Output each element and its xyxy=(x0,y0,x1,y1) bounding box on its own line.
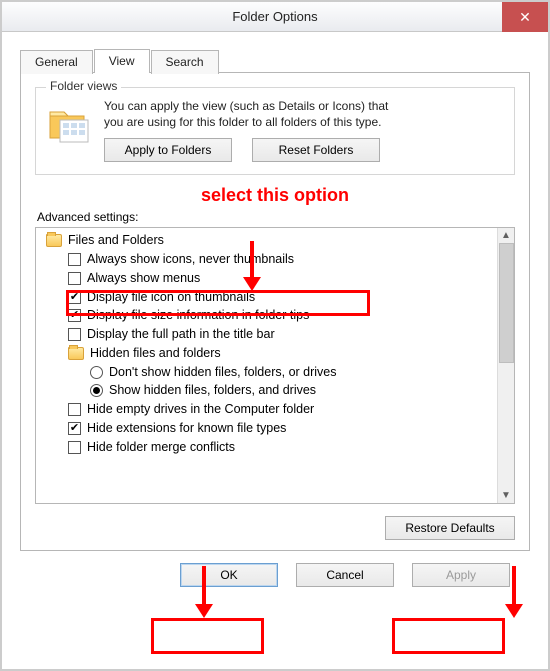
advanced-settings-label: Advanced settings: xyxy=(37,210,515,224)
tree-item-display-file-icon[interactable]: ✔ Display file icon on thumbnails xyxy=(38,288,495,307)
close-icon: ✕ xyxy=(519,9,531,26)
tree-group-hidden-files: Hidden files and folders xyxy=(38,344,495,363)
tree-item-hide-empty-drives[interactable]: Hide empty drives in the Computer folder xyxy=(38,400,495,419)
tree-view[interactable]: Files and Folders Always show icons, nev… xyxy=(36,228,497,503)
scroll-thumb[interactable] xyxy=(499,243,514,363)
folder-views-icon xyxy=(46,98,94,146)
tab-strip: General View Search xyxy=(20,48,530,72)
ok-button[interactable]: OK xyxy=(180,563,278,587)
folder-views-label: Folder views xyxy=(46,79,121,93)
reset-folders-button[interactable]: Reset Folders xyxy=(252,138,380,162)
apply-to-folders-button[interactable]: Apply to Folders xyxy=(104,138,232,162)
tab-view[interactable]: View xyxy=(94,49,150,73)
checkbox-icon[interactable] xyxy=(68,328,81,341)
cancel-button[interactable]: Cancel xyxy=(296,563,394,587)
radio-icon[interactable] xyxy=(90,384,103,397)
content: General View Search Folder views xyxy=(2,32,548,599)
close-button[interactable]: ✕ xyxy=(502,2,548,32)
restore-defaults-button[interactable]: Restore Defaults xyxy=(385,516,515,540)
folder-views-group: Folder views You can apply the view (suc… xyxy=(35,87,515,175)
annotation-box-ok xyxy=(151,618,264,654)
tree-root: Files and Folders xyxy=(38,231,495,250)
tree-item-hide-merge-conflicts[interactable]: Hide folder merge conflicts xyxy=(38,438,495,457)
radio-icon[interactable] xyxy=(90,366,103,379)
window-title: Folder Options xyxy=(232,9,317,24)
tree-item-display-file-size[interactable]: ✔ Display file size information in folde… xyxy=(38,306,495,325)
tree-item-always-show-icons[interactable]: Always show icons, never thumbnails xyxy=(38,250,495,269)
folder-icon xyxy=(46,234,62,247)
checkbox-icon[interactable]: ✔ xyxy=(68,291,81,304)
tree-radio-dont-show-hidden[interactable]: Don't show hidden files, folders, or dri… xyxy=(38,363,495,382)
advanced-settings-tree: Files and Folders Always show icons, nev… xyxy=(35,227,515,504)
checkbox-icon[interactable] xyxy=(68,403,81,416)
apply-button[interactable]: Apply xyxy=(412,563,510,587)
tree-item-hide-extensions[interactable]: ✔ Hide extensions for known file types xyxy=(38,419,495,438)
dialog-buttons: OK Cancel Apply xyxy=(20,563,510,587)
scroll-up-icon[interactable]: ▲ xyxy=(501,230,511,241)
tab-pane-view: Folder views You can apply the view (suc… xyxy=(20,72,530,551)
checkbox-icon[interactable]: ✔ xyxy=(68,309,81,322)
folder-icon xyxy=(68,347,84,360)
checkbox-icon[interactable] xyxy=(68,272,81,285)
tree-item-always-show-menus[interactable]: Always show menus xyxy=(38,269,495,288)
tree-item-display-full-path[interactable]: Display the full path in the title bar xyxy=(38,325,495,344)
annotation-text: select this option xyxy=(35,185,515,206)
tab-search[interactable]: Search xyxy=(151,50,219,74)
titlebar: Folder Options ✕ xyxy=(2,2,548,32)
checkbox-icon[interactable] xyxy=(68,253,81,266)
tab-general[interactable]: General xyxy=(20,50,93,74)
scroll-down-icon[interactable]: ▼ xyxy=(501,490,511,501)
checkbox-icon[interactable] xyxy=(68,441,81,454)
tree-radio-show-hidden[interactable]: Show hidden files, folders, and drives xyxy=(38,381,495,400)
scrollbar[interactable]: ▲ ▼ xyxy=(497,228,514,503)
checkbox-icon[interactable]: ✔ xyxy=(68,422,81,435)
annotation-box-apply xyxy=(392,618,505,654)
folder-views-desc: You can apply the view (such as Details … xyxy=(104,98,504,130)
